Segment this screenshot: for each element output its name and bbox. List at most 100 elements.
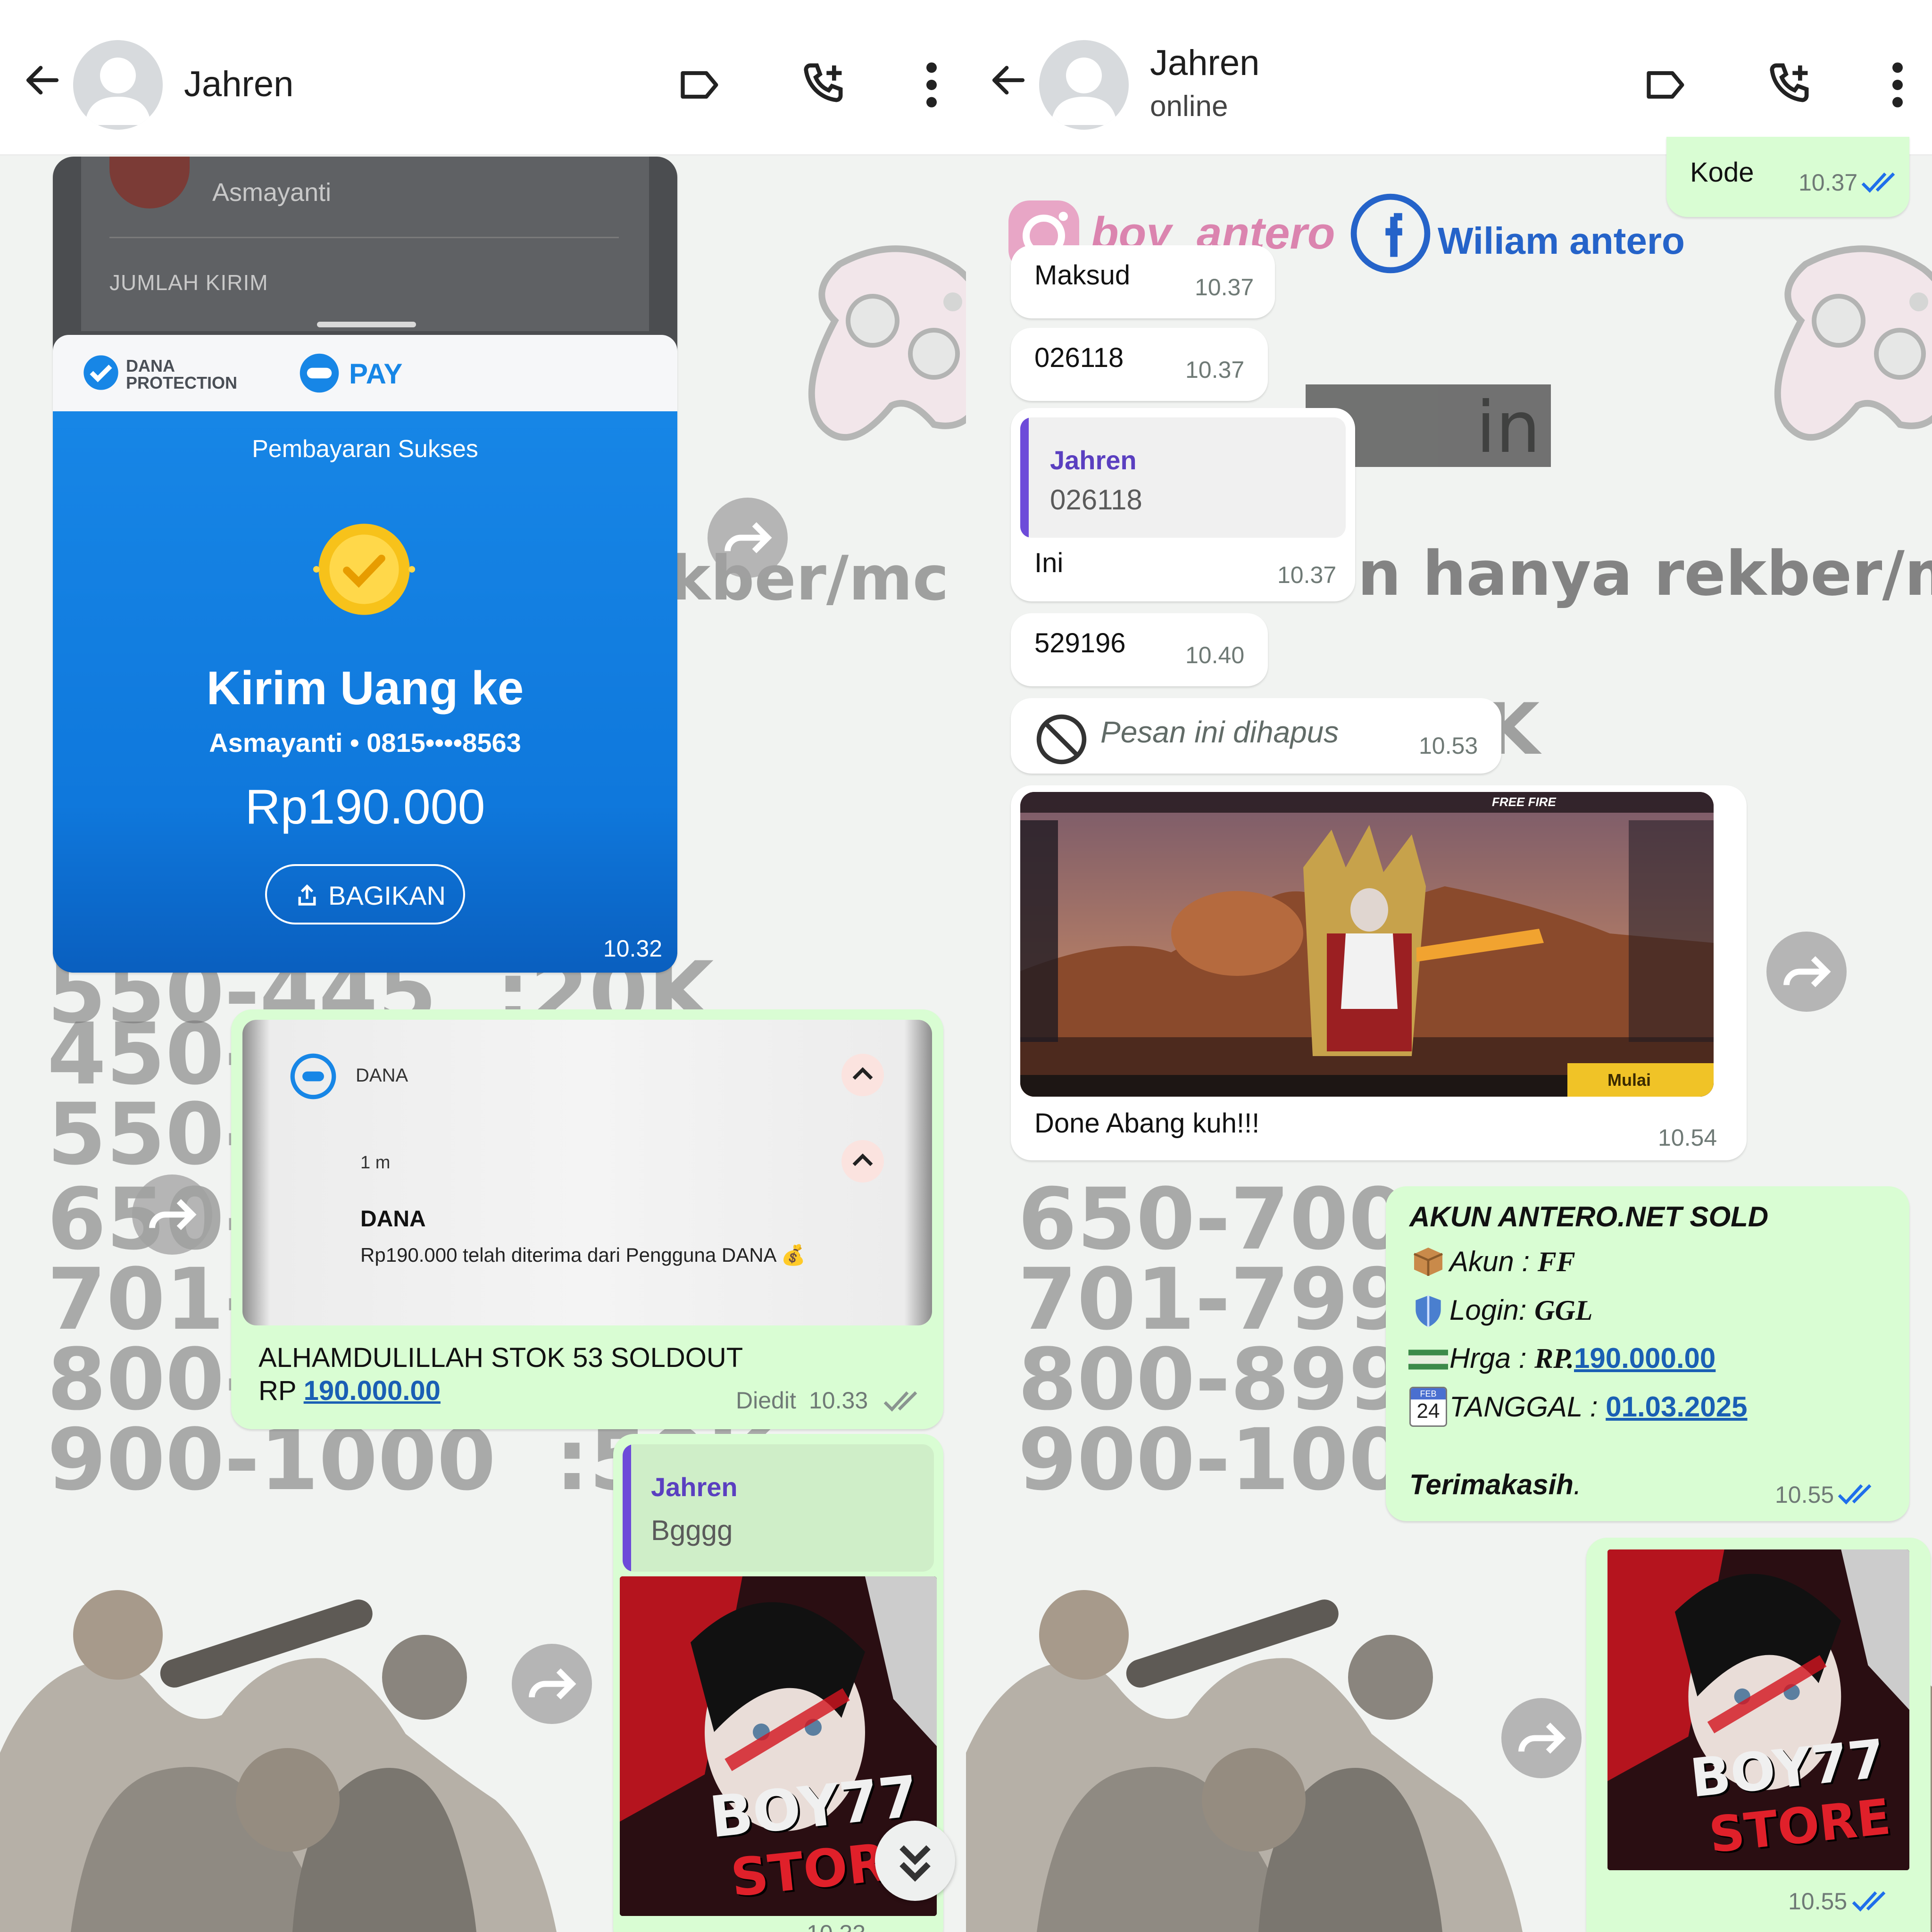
- forward-icon: [149, 1199, 197, 1230]
- dana-notification-message[interactable]: DANA 1 m DANA Rp190.000 telah diterima d…: [231, 1009, 943, 1429]
- calendar-month: FEB: [1411, 1388, 1446, 1399]
- sold-title: AKUN ANTERO.NET SOLD: [1409, 1201, 1769, 1232]
- akun-label: Akun :: [1449, 1246, 1538, 1277]
- harga-prefix: RP.: [1534, 1343, 1574, 1374]
- message-text: ALHAMDULILLAH STOK 53 SOLDOUT: [258, 1342, 743, 1373]
- share-label: BAGIKAN: [328, 881, 446, 910]
- deleted-message[interactable]: Pesan ini dihapus 10.53: [1011, 698, 1501, 774]
- message-text: Ini: [1034, 548, 1064, 578]
- more-options-icon[interactable]: [910, 57, 953, 113]
- notification-title: DANA: [360, 1207, 426, 1232]
- quoted-text: 026118: [1050, 484, 1142, 516]
- forward-button[interactable]: [708, 498, 788, 578]
- collapse-chevron-up-icon: [841, 1054, 884, 1096]
- package-icon: [1414, 1248, 1443, 1276]
- quoted-message[interactable]: Jahren Bgggg: [623, 1444, 934, 1572]
- game-logo-text: FREE FIRE: [1492, 795, 1556, 809]
- message-time: 10.32: [603, 935, 662, 962]
- incoming-message[interactable]: 529196 10.40: [1011, 613, 1268, 686]
- thanks-suffix: .: [1573, 1469, 1582, 1500]
- quote-accent-bar: [1020, 417, 1029, 538]
- incoming-message[interactable]: 026118 10.37: [1011, 328, 1268, 401]
- contact-status: online: [1150, 90, 1228, 123]
- chat-screen-right: boy_antero Wiliam antero in n hanya rekb…: [966, 0, 1932, 1932]
- message-time: 10.37: [1277, 562, 1337, 588]
- message-time: 10.33: [807, 1920, 866, 1932]
- dana-logo-icon: [290, 1053, 336, 1099]
- more-options-icon[interactable]: [1876, 57, 1919, 113]
- message-text: 529196: [1034, 628, 1126, 658]
- deleted-text: Pesan ini dihapus: [1100, 715, 1339, 749]
- free-fire-screenshot[interactable]: FREE FIRE Mulai: [1020, 792, 1714, 1097]
- message-time: 10.55: [1775, 1482, 1834, 1508]
- message-time: 10.37: [1185, 357, 1245, 383]
- dana-protection-shield-icon: [83, 355, 118, 390]
- divider: [109, 237, 619, 238]
- label-tag-icon[interactable]: [675, 59, 726, 111]
- receipt-amount: Rp190.000: [245, 780, 485, 834]
- contact-name[interactable]: Jahren: [1150, 42, 1259, 83]
- receipt-title: Kirim Uang ke: [206, 662, 524, 715]
- message-text: Kode: [1690, 157, 1754, 188]
- back-arrow-icon[interactable]: [985, 57, 1032, 104]
- notification-screenshot: DANA 1 m DANA Rp190.000 telah diterima d…: [242, 1020, 932, 1325]
- incoming-reply-message[interactable]: Jahren 026118 Ini 10.37: [1011, 408, 1355, 601]
- sheet-handle: [317, 322, 416, 327]
- incoming-image-message[interactable]: FREE FIRE Mulai Done Abang kuh!!! 10.54: [1011, 785, 1747, 1160]
- calendar-day: 24: [1416, 1399, 1440, 1423]
- share-button[interactable]: BAGIKAN: [265, 864, 465, 924]
- harga-label: Hrga :: [1449, 1342, 1535, 1374]
- tanggal-link[interactable]: 01.03.2025: [1606, 1391, 1747, 1423]
- message-time: 10.37: [1799, 169, 1858, 196]
- dana-pay-label: PAY: [349, 358, 403, 390]
- message-text: 026118: [1034, 342, 1124, 373]
- recipient-name: Asmayanti: [212, 178, 332, 207]
- banknote-icon: [1408, 1349, 1448, 1370]
- forward-icon: [1783, 956, 1831, 987]
- harga-link[interactable]: 190.000.00: [1574, 1342, 1715, 1374]
- receipt-success-panel: Pembayaran Sukses Kirim Uang ke Asmayant…: [53, 411, 677, 973]
- amount-label: JUMLAH KIRIM: [109, 270, 268, 295]
- sold-announcement-message[interactable]: AKUN ANTERO.NET SOLD Akun : FF Login: GG…: [1386, 1186, 1909, 1521]
- contact-avatar[interactable]: [1039, 40, 1129, 130]
- add-call-icon[interactable]: [1763, 57, 1820, 113]
- receipt-recipient-line: Asmayanti • 0815••••8563: [209, 728, 521, 758]
- scroll-to-bottom-button[interactable]: [875, 1821, 955, 1901]
- gamepad-illustration: [1774, 245, 1932, 441]
- contact-name[interactable]: Jahren: [184, 64, 293, 105]
- quoted-author: Jahren: [1050, 445, 1137, 475]
- price-link[interactable]: 190.000.00: [304, 1375, 441, 1406]
- back-arrow-icon[interactable]: [19, 57, 66, 104]
- dana-protection-label: DANA PROTECTION: [126, 356, 238, 392]
- boy77-store-image[interactable]: BOY77 STORE: [1607, 1549, 1909, 1870]
- shield-icon: [1416, 1295, 1441, 1327]
- contact-avatar[interactable]: [73, 40, 163, 130]
- message-text-price: RP 190.000.00: [258, 1375, 441, 1407]
- deleted-block-icon: [1036, 714, 1087, 765]
- outgoing-image-message[interactable]: BOY77 STORE 10.55: [1586, 1538, 1931, 1932]
- forward-button[interactable]: [132, 1174, 212, 1255]
- thanks-text: Terimakasih: [1409, 1469, 1574, 1500]
- read-double-tick-icon: [1838, 1484, 1872, 1505]
- quoted-author: Jahren: [651, 1472, 738, 1502]
- forward-icon: [1518, 1723, 1566, 1754]
- label-tag-icon[interactable]: [1641, 59, 1692, 111]
- forward-button[interactable]: [1766, 932, 1847, 1012]
- dana-receipt-image-message[interactable]: Asmayanti JUMLAH KIRIM DANA PROTECTION P…: [53, 157, 677, 973]
- edited-label: Diedit: [736, 1387, 796, 1414]
- quoted-message[interactable]: Jahren 026118: [1020, 417, 1346, 538]
- incoming-message[interactable]: Maksud 10.37: [1011, 245, 1275, 318]
- success-coin-icon: [313, 524, 416, 615]
- read-double-tick-icon: [1861, 172, 1895, 193]
- outgoing-message[interactable]: Kode 10.37: [1666, 137, 1909, 217]
- forward-icon: [724, 522, 772, 553]
- forward-button[interactable]: [1501, 1698, 1582, 1778]
- facebook-icon: [1350, 193, 1431, 274]
- quote-accent-bar: [623, 1444, 631, 1572]
- share-icon: [298, 884, 316, 906]
- forward-button[interactable]: [512, 1644, 592, 1724]
- message-time: 10.40: [1185, 642, 1245, 668]
- add-call-icon[interactable]: [797, 57, 854, 113]
- chat-screen-left: kber/mc 550-445 :20K 450-5 550-6 650-7 7…: [0, 0, 966, 1932]
- notification-app-name: DANA: [356, 1065, 408, 1086]
